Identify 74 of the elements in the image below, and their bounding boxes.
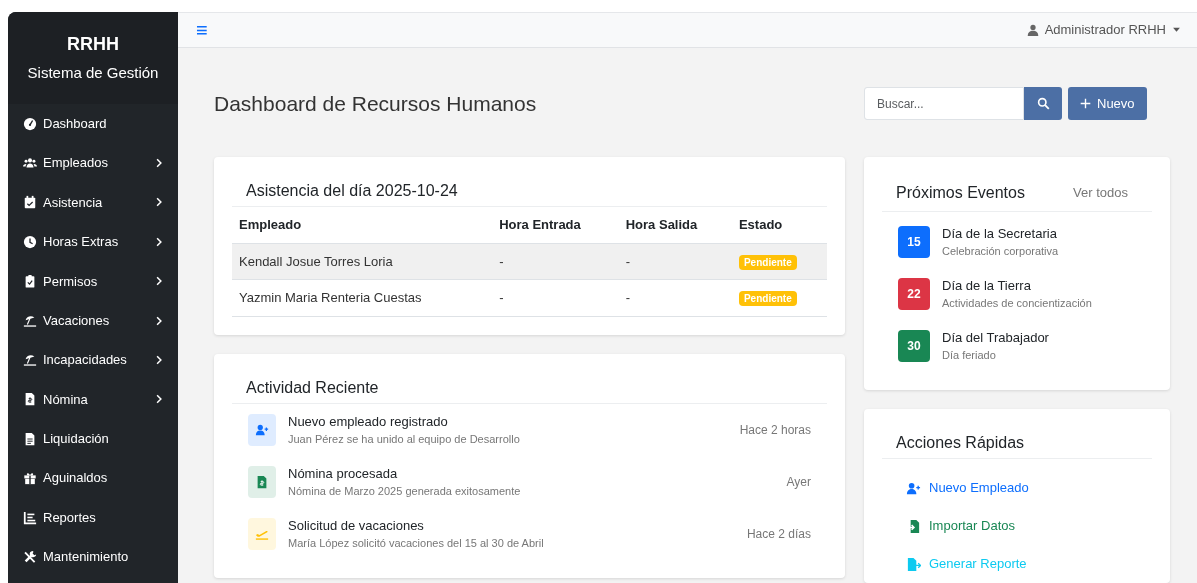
event-title: Día de la Secretaria (942, 224, 1058, 243)
search-button[interactable] (1024, 87, 1062, 121)
sidebar-item[interactable]: Aguinaldos (8, 458, 178, 498)
card-title: Próximos Eventos (896, 182, 1025, 203)
activity-detail: Nómina de Marzo 2025 generada exitosamente (288, 484, 521, 500)
status-badge: Pendiente (738, 291, 797, 306)
date-badge: 30 (898, 329, 930, 362)
chart-icon (23, 510, 37, 525)
umbrella-beach-icon (23, 313, 37, 328)
brand-title: RRHH (67, 33, 119, 57)
card-title: Acciones Rápidas (882, 426, 1152, 459)
clipboard-check-icon (23, 274, 37, 289)
activity-detail: María López solicitó vacaciones del 15 al 30 de Abril (288, 536, 544, 552)
table-cell: Kendall Josue Torres Loria (232, 243, 493, 280)
sidebar-item[interactable]: Nómina (8, 379, 178, 420)
sidebar-item[interactable]: Mantenimiento (8, 537, 178, 577)
sidebar-item[interactable]: Empleados (8, 143, 178, 183)
sidebar-item[interactable]: Liquidación (8, 419, 178, 459)
card-title: Actividad Reciente (232, 371, 827, 404)
activity-time: Ayer (786, 473, 811, 491)
quick-action-link[interactable]: Importar Datos (882, 507, 1152, 545)
calendar-check-icon (23, 195, 37, 210)
invoice-icon (23, 392, 37, 407)
quick-action-link[interactable]: Nuevo Empleado (882, 469, 1152, 507)
date-badge: 15 (898, 225, 930, 258)
status-badge: Pendiente (738, 254, 797, 270)
sidebar-item[interactable]: Vacaciones (8, 300, 178, 341)
menu-button[interactable]: ≡ (196, 19, 208, 40)
event-detail: Celebración corporativa (942, 244, 1059, 260)
table-cell: Yazmin Maria Renteria Cuestas (232, 279, 493, 316)
gauge-icon (23, 116, 37, 131)
umbrella-beach-icon (23, 353, 37, 368)
caret-down-icon (1172, 25, 1181, 35)
activity-title: Solicitud de vacaciones (288, 516, 425, 535)
event-detail: Actividades de concientización (942, 296, 1092, 312)
table-cell: - (492, 243, 619, 280)
table-cell: - (618, 279, 732, 316)
user-icon (1026, 23, 1039, 36)
table-cell: - (618, 243, 732, 280)
activity-title: Nuevo empleado registrado (288, 412, 449, 431)
document-icon (23, 431, 37, 446)
sidebar-item[interactable]: Permisos (8, 261, 178, 301)
event-detail: Día feriado (942, 348, 997, 364)
activity-time: Hace 2 horas (739, 421, 811, 439)
table-cell: - (492, 279, 619, 316)
new-button[interactable]: Nuevo (1068, 87, 1147, 121)
view-all-link[interactable]: Ver todos (1073, 183, 1128, 203)
sidebar-item[interactable]: Asistencia (8, 182, 178, 223)
sidebar-item[interactable]: Horas Extras (8, 222, 178, 262)
brand-subtitle: Sistema de Gestión (27, 63, 159, 84)
activity-time: Hace 2 días (746, 525, 811, 543)
file-export-icon (906, 556, 921, 572)
search-field[interactable]: Buscar... (864, 87, 1024, 121)
activity-title: Nómina procesada (288, 464, 399, 483)
column-header: Hora Salida (618, 207, 732, 243)
activity-detail: Juan Pérez se ha unido al equipo de Desarrollo (288, 432, 520, 448)
event-title: Día de la Tierra (942, 276, 1032, 295)
column-header: Estado (731, 207, 827, 243)
date-badge: 22 (898, 277, 930, 310)
page-title: Dashboard de Recursos Humanos (214, 91, 537, 117)
gift-icon (23, 471, 37, 486)
user-menu[interactable]: Administrador RRHH (1020, 19, 1187, 41)
column-header: Empleado (232, 207, 493, 243)
sidebar-item[interactable]: Incapacidades (8, 340, 178, 380)
plus-icon (1080, 98, 1091, 110)
card-title: Asistencia del día 2025-10-24 (232, 174, 827, 207)
sidebar-item[interactable]: Dashboard (8, 104, 178, 144)
column-header: Hora Entrada (492, 207, 619, 243)
event-title: Día del Trabajador (942, 328, 1049, 347)
tools-icon (23, 550, 37, 564)
clock-icon (23, 234, 37, 249)
sidebar-item[interactable]: Reportes (8, 497, 178, 538)
user-plus-icon (906, 480, 921, 496)
search-icon (1036, 97, 1050, 111)
